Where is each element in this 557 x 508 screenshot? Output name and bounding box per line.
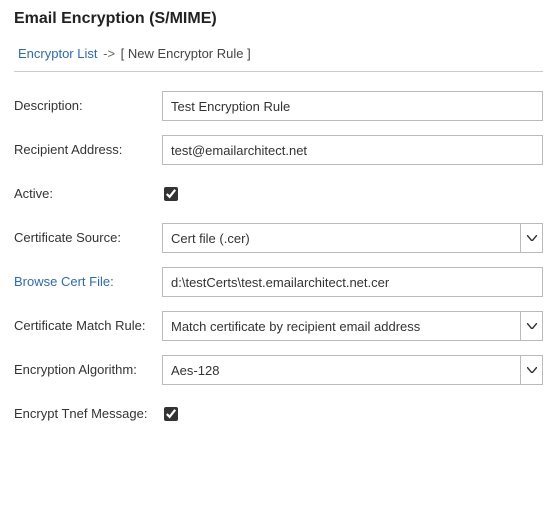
encryptor-form: Description: Recipient Address: Active: … xyxy=(14,84,543,436)
divider xyxy=(14,71,543,72)
row-certificate-source: Certificate Source: Cert file (.cer) xyxy=(14,216,543,260)
select-value-encryption-algorithm: Aes-128 xyxy=(163,363,520,378)
input-description[interactable] xyxy=(162,91,543,121)
label-certificate-source: Certificate Source: xyxy=(14,230,162,247)
input-recipient-address[interactable] xyxy=(162,135,543,165)
breadcrumb-separator: -> xyxy=(103,46,115,61)
label-browse-cert-file[interactable]: Browse Cert File: xyxy=(14,274,162,291)
row-encryption-algorithm: Encryption Algorithm: Aes-128 xyxy=(14,348,543,392)
label-active: Active: xyxy=(14,186,162,203)
label-description: Description: xyxy=(14,98,162,115)
row-description: Description: xyxy=(14,84,543,128)
row-encrypt-tnef-message: Encrypt Tnef Message: xyxy=(14,392,543,436)
select-value-certificate-match-rule: Match certificate by recipient email add… xyxy=(163,319,520,334)
breadcrumb-link-encryptor-list[interactable]: Encryptor List xyxy=(18,46,97,61)
select-certificate-match-rule[interactable]: Match certificate by recipient email add… xyxy=(162,311,543,341)
row-certificate-match-rule: Certificate Match Rule: Match certificat… xyxy=(14,304,543,348)
breadcrumb: Encryptor List -> [ New Encryptor Rule ] xyxy=(14,46,543,61)
checkbox-active[interactable] xyxy=(164,187,178,201)
chevron-down-icon xyxy=(520,312,542,340)
row-active: Active: xyxy=(14,172,543,216)
row-recipient-address: Recipient Address: xyxy=(14,128,543,172)
chevron-down-icon xyxy=(520,356,542,384)
breadcrumb-current: [ New Encryptor Rule ] xyxy=(121,46,251,61)
label-encryption-algorithm: Encryption Algorithm: xyxy=(14,362,162,379)
checkbox-encrypt-tnef[interactable] xyxy=(164,407,178,421)
page-title: Email Encryption (S/MIME) xyxy=(14,10,543,28)
label-encrypt-tnef-message: Encrypt Tnef Message: xyxy=(14,406,162,423)
select-certificate-source[interactable]: Cert file (.cer) xyxy=(162,223,543,253)
input-cert-file-path[interactable] xyxy=(162,267,543,297)
row-browse-cert-file: Browse Cert File: xyxy=(14,260,543,304)
select-encryption-algorithm[interactable]: Aes-128 xyxy=(162,355,543,385)
label-recipient-address: Recipient Address: xyxy=(14,142,162,159)
label-certificate-match-rule: Certificate Match Rule: xyxy=(14,318,162,335)
select-value-certificate-source: Cert file (.cer) xyxy=(163,231,520,246)
chevron-down-icon xyxy=(520,224,542,252)
